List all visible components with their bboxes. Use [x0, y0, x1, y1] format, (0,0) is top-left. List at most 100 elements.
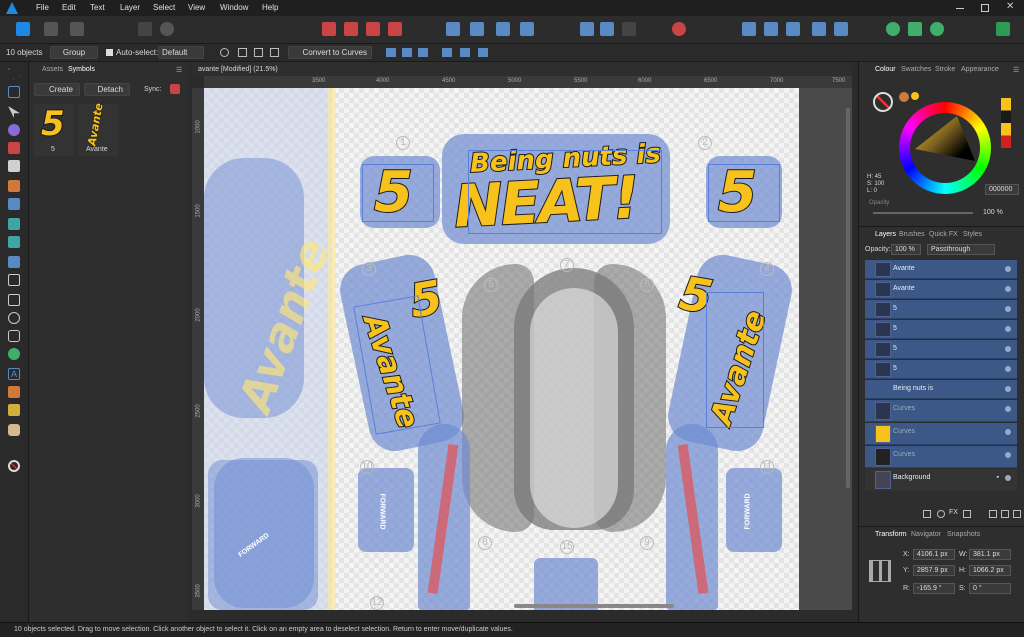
boolean-intersect-icon[interactable]: [366, 22, 380, 36]
layer-row[interactable]: Curves: [865, 400, 1017, 422]
tab-assets[interactable]: Assets: [42, 66, 63, 73]
menu-select[interactable]: Select: [153, 3, 175, 12]
tab-colour[interactable]: Colour: [875, 66, 896, 73]
scale-icon[interactable]: [270, 48, 279, 57]
y-input[interactable]: 2857.9 px: [913, 565, 955, 576]
tab-layers[interactable]: Layers: [875, 231, 896, 238]
corner-tool-icon[interactable]: [8, 142, 20, 154]
visibility-icon[interactable]: [1005, 452, 1011, 458]
app-logo-icon[interactable]: [6, 2, 18, 14]
duplicate-layer-icon[interactable]: [1001, 510, 1009, 518]
width-input[interactable]: 381.1 px: [969, 549, 1011, 560]
menu-text[interactable]: Text: [90, 3, 105, 12]
tab-navigator[interactable]: Navigator: [911, 531, 941, 538]
assistant-icon[interactable]: [886, 22, 900, 36]
distribute-icon[interactable]: [600, 22, 614, 36]
symbol-avante-tile[interactable]: Avante Avante: [78, 102, 118, 156]
insert-behind-icon[interactable]: [764, 22, 778, 36]
recent-swatches[interactable]: [1001, 98, 1011, 148]
visibility-icon[interactable]: [1005, 306, 1011, 312]
align-bottom-icon[interactable]: [478, 48, 488, 57]
tab-brushes[interactable]: Brushes: [899, 231, 925, 238]
layer-row[interactable]: Background ▪: [865, 469, 1017, 491]
insert-front-icon[interactable]: [786, 22, 800, 36]
canvas[interactable]: Avante Being nuts is NEAT! 5 5 5 Avante …: [204, 88, 852, 610]
auto-select-checkbox[interactable]: [106, 49, 113, 56]
snapping-icon[interactable]: [672, 22, 686, 36]
panel-menu-icon[interactable]: ☰: [176, 66, 182, 74]
layer-row[interactable]: 5: [865, 340, 1017, 359]
auto-select-dropdown[interactable]: Default: [158, 46, 204, 59]
align-center-icon[interactable]: [402, 48, 412, 57]
menu-window[interactable]: Window: [220, 3, 248, 12]
eyedropper-icon[interactable]: [899, 92, 909, 102]
align-top-icon[interactable]: [442, 48, 452, 57]
tag-left[interactable]: [358, 468, 414, 552]
layer-opacity-input[interactable]: 100 %: [891, 244, 921, 255]
visibility-icon[interactable]: [1005, 429, 1011, 435]
align-grid-icon[interactable]: [238, 48, 247, 57]
artistic-text-icon[interactable]: A: [8, 368, 20, 380]
tag-right[interactable]: [726, 468, 782, 552]
delete-layer-icon[interactable]: [1013, 510, 1021, 518]
boolean-add-icon[interactable]: [322, 22, 336, 36]
user-account-icon[interactable]: [996, 22, 1010, 36]
visibility-icon[interactable]: [1005, 266, 1011, 272]
layer-row[interactable]: Curves: [865, 423, 1017, 445]
ellipse-tool-icon[interactable]: [8, 312, 20, 324]
insert-top-icon[interactable]: [812, 22, 826, 36]
layer-row[interactable]: 5: [865, 360, 1017, 379]
opacity-slider[interactable]: [873, 212, 973, 214]
align-right-icon[interactable]: [418, 48, 428, 57]
hand-tool-icon[interactable]: [8, 424, 20, 436]
x-input[interactable]: 4106.1 px: [913, 549, 955, 560]
no-fill-icon[interactable]: [873, 92, 893, 112]
rotate-left-icon[interactable]: [496, 22, 510, 36]
pdf-icon[interactable]: [908, 22, 922, 36]
mask-icon[interactable]: [923, 510, 931, 518]
visibility-icon[interactable]: [1005, 346, 1011, 352]
flip-horizontal-icon[interactable]: [446, 22, 460, 36]
export-persona-icon[interactable]: [70, 22, 84, 36]
visibility-icon[interactable]: [1005, 366, 1011, 372]
symbol-5-tile[interactable]: 5 5: [34, 103, 74, 156]
layer-row[interactable]: 5: [865, 300, 1017, 319]
crop-tool-icon[interactable]: [8, 274, 20, 286]
node-tool-icon[interactable]: [8, 106, 20, 118]
layer-row[interactable]: Curves: [865, 446, 1017, 468]
menu-edit[interactable]: Edit: [62, 3, 76, 12]
layer-row[interactable]: Avante: [865, 280, 1017, 299]
panel-menu-icon[interactable]: ☰: [1013, 66, 1019, 74]
tab-snapshots[interactable]: Snapshots: [947, 531, 980, 538]
menu-layer[interactable]: Layer: [120, 3, 140, 12]
insert-inside-icon[interactable]: [742, 22, 756, 36]
tab-appearance[interactable]: Appearance: [961, 66, 999, 73]
visibility-icon[interactable]: [1005, 386, 1011, 392]
tab-styles[interactable]: Styles: [963, 231, 982, 238]
visibility-icon[interactable]: [1005, 326, 1011, 332]
current-colour-swatch[interactable]: [911, 92, 919, 100]
settings-icon[interactable]: [160, 22, 174, 36]
arrange-icon[interactable]: [622, 22, 636, 36]
shape-tool-icon[interactable]: [8, 348, 20, 360]
tab-symbols[interactable]: Symbols: [68, 66, 95, 73]
create-symbol-button[interactable]: Create: [34, 83, 80, 96]
fill-tool-icon[interactable]: [8, 218, 20, 230]
lock-icon[interactable]: ▪: [997, 474, 999, 481]
maximize-icon[interactable]: [981, 4, 989, 12]
rotation-input[interactable]: -165.9 °: [913, 583, 955, 594]
designer-persona-icon[interactable]: [16, 22, 30, 36]
artboard[interactable]: Avante Being nuts is NEAT! 5 5 5 Avante …: [204, 88, 799, 610]
transparency-tool-icon[interactable]: [8, 236, 20, 248]
insert-bottom-icon[interactable]: [834, 22, 848, 36]
group-button[interactable]: Group: [50, 46, 98, 59]
close-icon[interactable]: ✕: [1006, 1, 1014, 12]
align-left-icon[interactable]: [386, 48, 396, 57]
group-layers-icon[interactable]: [963, 510, 971, 518]
anchor-grid-icon[interactable]: [869, 560, 891, 582]
shear-input[interactable]: 0 °: [969, 583, 1011, 594]
tab-stroke[interactable]: Stroke: [935, 66, 955, 73]
rotate-right-icon[interactable]: [520, 22, 534, 36]
pencil-tool-icon[interactable]: [8, 180, 20, 192]
blend-mode-dropdown[interactable]: Passthrough: [927, 244, 995, 255]
